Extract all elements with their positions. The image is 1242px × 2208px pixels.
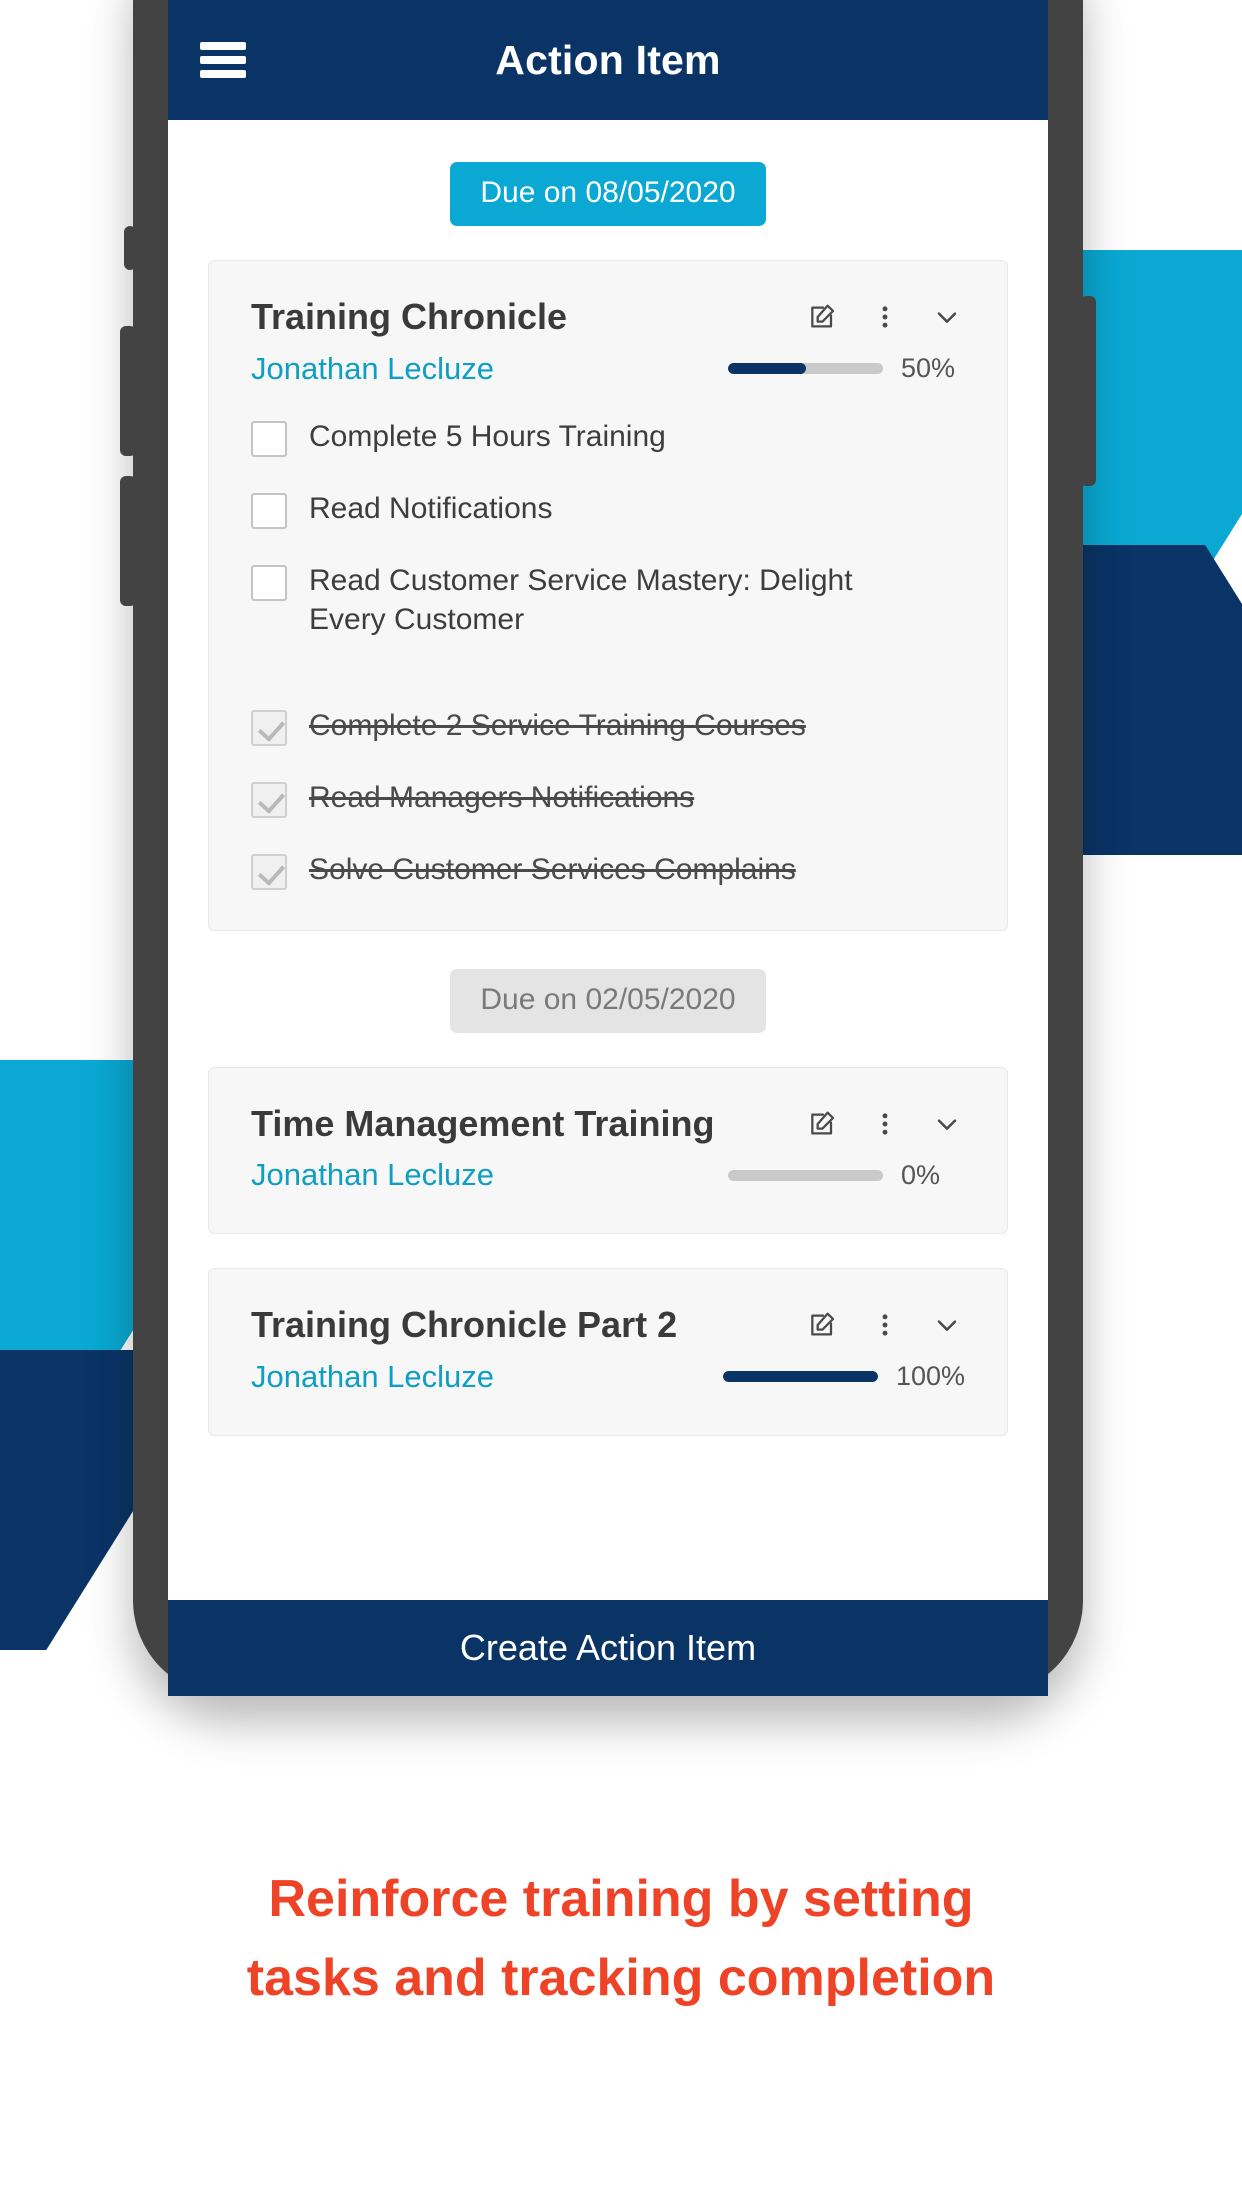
task-label: Solve Customer Services Complains: [309, 852, 796, 886]
task-row[interactable]: Complete 2 Service Training Courses: [251, 706, 965, 746]
create-action-item-button[interactable]: Create Action Item: [168, 1600, 1048, 1696]
assignee-name[interactable]: Jonathan Lecluze: [251, 1359, 494, 1395]
phone-button-volume-up[interactable]: [120, 326, 136, 456]
card-actions: [805, 1303, 965, 1343]
chevron-down-icon[interactable]: [929, 299, 965, 335]
card-header: Training Chronicle: [251, 295, 965, 337]
task-checkbox[interactable]: [251, 781, 287, 818]
task-checkbox[interactable]: [251, 853, 287, 890]
progress-label: 50%: [901, 353, 956, 384]
card-actions: [805, 295, 965, 335]
card-title: Training Chronicle: [251, 296, 568, 337]
assignee-name[interactable]: Jonathan Lecluze: [251, 351, 494, 387]
task-row[interactable]: Complete 5 Hours Training: [251, 417, 965, 457]
task-group-divider: [251, 672, 965, 706]
more-vertical-dots-icon[interactable]: [867, 1106, 903, 1142]
task-label: Complete 2 Service Training Courses: [309, 708, 806, 742]
due-badge-row: Due on 08/05/2020: [208, 120, 1008, 260]
task-label: Read Customer Service Mastery: Delight E…: [309, 563, 853, 637]
phone-screen: Action Item Due on 08/05/2020 Training C…: [168, 0, 1048, 1630]
progress-fill: [722, 1371, 878, 1383]
progress-track: [728, 1169, 883, 1181]
due-date-badge[interactable]: Due on 08/05/2020: [450, 162, 766, 226]
task-row[interactable]: Read Managers Notifications: [251, 778, 965, 818]
more-vertical-dots-icon[interactable]: [867, 1307, 903, 1343]
card-title: Training Chronicle Part 2: [251, 1304, 678, 1346]
task-row[interactable]: Read Customer Service Mastery: Delight E…: [251, 561, 965, 640]
card-header: Time Management Training: [251, 1102, 965, 1144]
phone-button-volume-down[interactable]: [120, 476, 136, 606]
task-list: Complete 5 Hours Training Read Notificat…: [251, 417, 965, 890]
card-actions: [805, 1102, 965, 1142]
progress-track: [722, 1371, 878, 1383]
edit-pencil-square-icon[interactable]: [805, 1307, 841, 1343]
phone-button-power[interactable]: [1080, 296, 1096, 486]
edit-pencil-square-icon[interactable]: [805, 299, 841, 335]
marketing-caption: Reinforce training by setting tasks and …: [0, 1860, 1242, 2018]
task-checkbox[interactable]: [251, 709, 287, 746]
phone-button-silent[interactable]: [124, 226, 136, 270]
card-subheader: Jonathan Lecluze 100%: [251, 1359, 965, 1395]
task-label: Read Notifications: [309, 491, 553, 525]
action-item-list[interactable]: Due on 08/05/2020 Training Chronicle Jon…: [168, 120, 1048, 1630]
action-item-card[interactable]: Training Chronicle Part 2 Jonathan Leclu…: [208, 1268, 1008, 1436]
edit-pencil-square-icon[interactable]: [805, 1106, 841, 1142]
chevron-down-icon[interactable]: [929, 1106, 965, 1142]
task-label: Read Managers Notifications: [309, 780, 695, 814]
screenshot-stage: Action Item Due on 08/05/2020 Training C…: [0, 0, 1242, 2208]
caption-line-2: tasks and tracking completion: [246, 1949, 996, 2008]
more-vertical-dots-icon[interactable]: [867, 299, 903, 335]
hamburger-menu-icon[interactable]: [200, 42, 246, 78]
due-badge-row: Due on 02/05/2020: [208, 931, 1008, 1067]
task-checkbox[interactable]: [251, 420, 287, 457]
card-title: Time Management Training: [251, 1102, 715, 1144]
assignee-name[interactable]: Jonathan Lecluze: [251, 1157, 494, 1193]
due-date-badge[interactable]: Due on 02/05/2020: [450, 968, 766, 1033]
app-bar: Action Item: [168, 0, 1048, 120]
task-checkbox[interactable]: [251, 492, 287, 529]
card-header: Training Chronicle Part 2: [251, 1303, 965, 1345]
hamburger-bar: [200, 70, 246, 78]
hamburger-bar: [200, 42, 246, 50]
card-subheader: Jonathan Lecluze 50%: [251, 351, 965, 387]
progress-indicator: 50%: [728, 353, 965, 384]
chevron-down-icon[interactable]: [929, 1307, 965, 1343]
progress-indicator: 100%: [722, 1361, 965, 1392]
hamburger-bar: [200, 56, 246, 64]
progress-fill: [728, 363, 806, 375]
progress-track: [728, 363, 883, 375]
progress-indicator: 0%: [728, 1160, 965, 1191]
page-title: Action Item: [495, 36, 721, 83]
card-subheader: Jonathan Lecluze 0%: [251, 1157, 965, 1193]
task-row[interactable]: Solve Customer Services Complains: [251, 850, 965, 890]
task-checkbox[interactable]: [251, 564, 287, 601]
phone-frame: Action Item Due on 08/05/2020 Training C…: [120, 0, 1096, 1696]
caption-line-1: Reinforce training by setting: [268, 1870, 974, 1928]
action-item-card[interactable]: Time Management Training Jonathan Lecluz…: [208, 1066, 1008, 1235]
action-item-card[interactable]: Training Chronicle Jonathan Lecluze 50% …: [208, 260, 1008, 931]
progress-label: 100%: [895, 1361, 965, 1392]
task-row[interactable]: Read Notifications: [251, 489, 965, 529]
task-label: Complete 5 Hours Training: [309, 419, 666, 453]
progress-label: 0%: [901, 1159, 941, 1190]
